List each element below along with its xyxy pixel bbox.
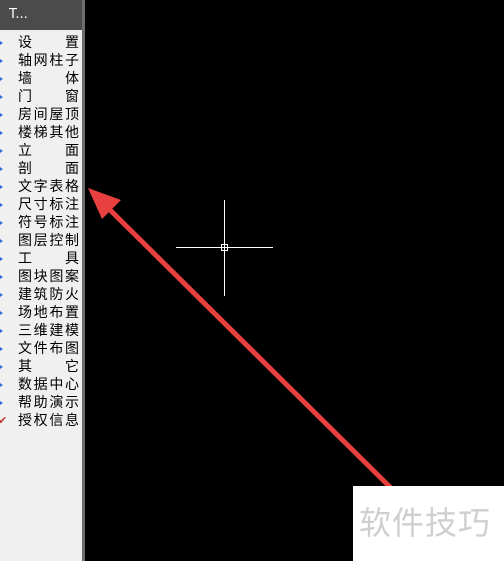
drawing-canvas[interactable]	[0, 0, 504, 561]
annotation-arrow	[88, 188, 396, 493]
watermark: 软件技巧	[353, 486, 504, 561]
crosshair-cursor	[176, 200, 273, 296]
